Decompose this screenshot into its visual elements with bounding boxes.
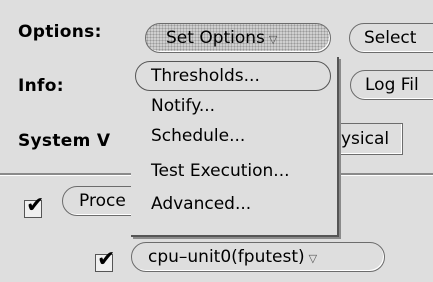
log-files-button[interactable]: Log Fil — [350, 70, 433, 100]
select-button[interactable]: Select — [349, 23, 433, 53]
set-options-menu-button[interactable]: Set Options ▽ — [145, 23, 331, 53]
dropdown-arrow-icon: ▽ — [308, 252, 318, 265]
cpu-unit-menu-button[interactable]: cpu–unit0(fputest) ▽ — [131, 242, 385, 272]
checkmark-icon: ✔ — [97, 247, 116, 272]
select-label: Select — [364, 28, 417, 48]
menu-item-schedule[interactable]: Schedule... — [151, 123, 245, 149]
log-files-label: Log Fil — [365, 75, 419, 95]
processors-label: Proce — [79, 191, 126, 211]
cpu-unit-label: cpu–unit0(fputest) — [148, 247, 305, 267]
menu-item-thresholds[interactable]: Thresholds... — [135, 61, 331, 91]
menu-item-notify[interactable]: Notify... — [151, 93, 215, 119]
info-label: Info: — [18, 76, 64, 96]
processors-checkbox[interactable]: ✔ — [24, 193, 44, 218]
menu-item-advanced[interactable]: Advanced... — [151, 191, 251, 217]
set-options-label: Set Options — [166, 28, 265, 48]
set-options-dropdown-menu: Thresholds... Notify... Schedule... Test… — [131, 57, 339, 237]
system-view-label: System V — [18, 131, 111, 151]
cpu-unit-checkbox[interactable]: ✔ — [95, 247, 115, 272]
menu-item-test-execution[interactable]: Test Execution... — [151, 158, 290, 184]
options-label: Options: — [18, 22, 102, 42]
physical-view-label: ysical — [341, 129, 390, 149]
checkmark-icon: ✔ — [26, 193, 45, 218]
dropdown-arrow-icon: ▽ — [268, 33, 278, 46]
